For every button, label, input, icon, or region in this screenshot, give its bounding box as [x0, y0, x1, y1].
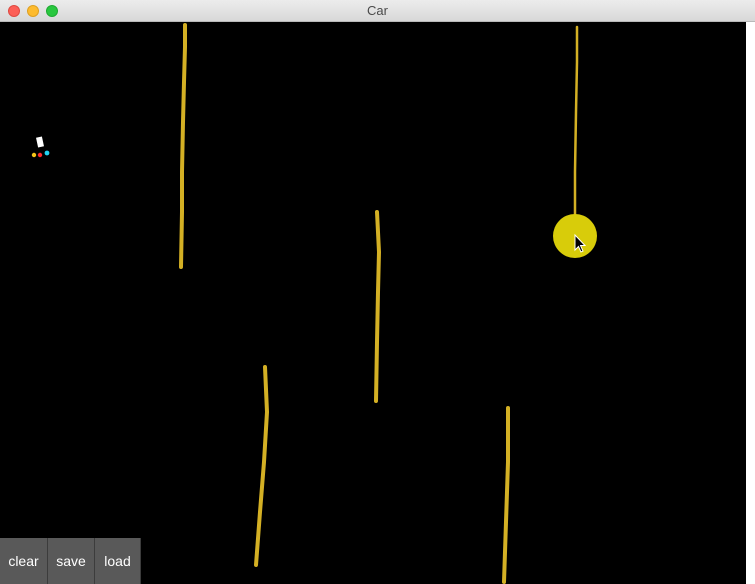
sand-line-1 [179, 23, 187, 269]
canvas-drawing [31, 23, 597, 584]
drawing-canvas[interactable] [0, 22, 755, 584]
load-button[interactable]: load [95, 538, 141, 584]
title-bar: Car [0, 0, 755, 22]
car-sensor-center [37, 152, 43, 158]
sand-line-3 [374, 210, 382, 403]
sand-line-4 [254, 365, 270, 567]
clear-button[interactable]: clear [0, 538, 48, 584]
car-sensor-right [44, 150, 50, 156]
sand-line-2 [573, 25, 579, 229]
sand-line-5 [502, 406, 510, 584]
car [31, 136, 50, 158]
car-body [36, 136, 44, 148]
window-title: Car [367, 3, 388, 18]
car-sensor-left [31, 152, 37, 158]
save-button[interactable]: save [48, 538, 95, 584]
terminal-edge-strip [746, 22, 755, 584]
app-window: Car clear save load [0, 0, 755, 584]
